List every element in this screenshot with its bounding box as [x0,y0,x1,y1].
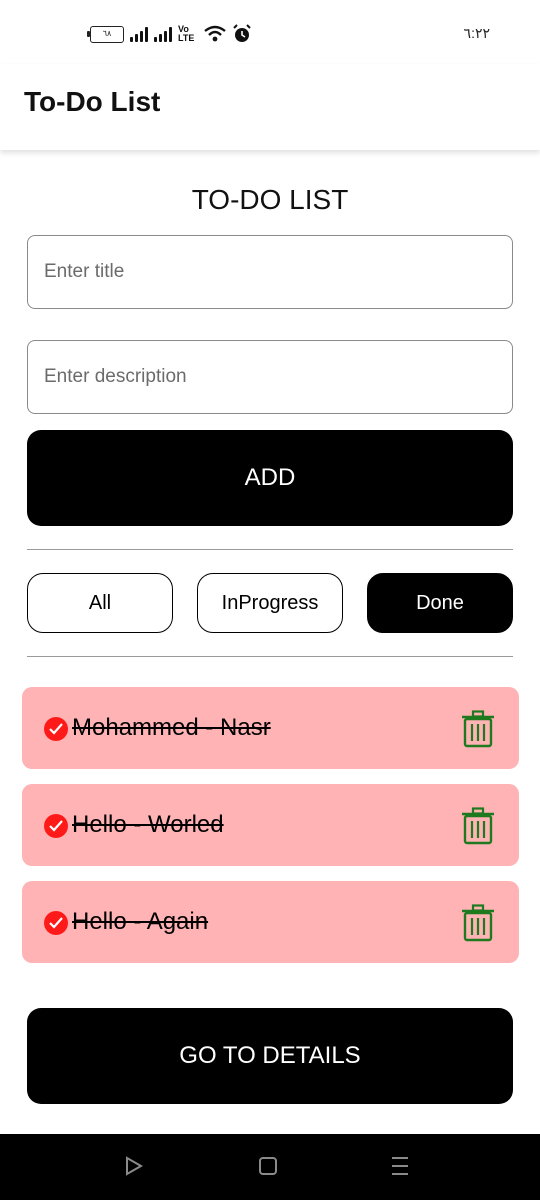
check-icon[interactable] [44,717,68,741]
trash-icon[interactable] [461,807,495,845]
volte-icon: Vo LTE [178,24,195,43]
battery-icon: ٦٨ [87,25,124,43]
alarm-icon [233,24,251,42]
page-heading: TO-DO LIST [191,184,349,215]
status-bar: ٦٨ Vo LTE ٦:٢٢ [0,0,540,64]
status-time: ٦:٢٢ [463,25,490,41]
task-item[interactable]: Hello - Again [22,881,519,963]
title-input[interactable] [28,236,512,308]
task-item[interactable]: Mohammed - Nasr [22,687,519,769]
app-title: To-Do List [24,86,161,117]
signal-icon [154,26,172,42]
status-icons: ٦٨ Vo LTE [87,24,252,44]
filter-inprogress-button[interactable]: InProgress [197,573,343,633]
trash-icon[interactable] [461,904,495,942]
filter-all-button[interactable]: All [27,573,173,633]
wifi-icon [204,25,226,42]
description-input[interactable] [28,341,512,413]
go-to-details-button[interactable]: GO TO DETAILS [27,1008,513,1104]
check-icon[interactable] [44,911,68,935]
task-title: Mohammed - Nasr [72,714,271,741]
check-icon[interactable] [44,814,68,838]
description-field[interactable] [27,340,513,414]
menu-icon[interactable] [390,1155,410,1177]
trash-icon[interactable] [461,710,495,748]
add-button[interactable]: ADD [27,430,513,526]
app-bar: To-Do List [0,64,540,150]
title-field[interactable] [27,235,513,309]
signal-icon [130,26,148,42]
back-icon[interactable] [124,1155,144,1177]
divider [27,549,513,550]
task-title: Hello - Worled [72,811,224,838]
task-item[interactable]: Hello - Worled [22,784,519,866]
system-nav-bar [0,1134,540,1200]
task-title: Hello - Again [72,908,209,935]
divider [27,656,513,657]
filter-done-button[interactable]: Done [367,573,513,633]
home-icon[interactable] [258,1155,278,1177]
